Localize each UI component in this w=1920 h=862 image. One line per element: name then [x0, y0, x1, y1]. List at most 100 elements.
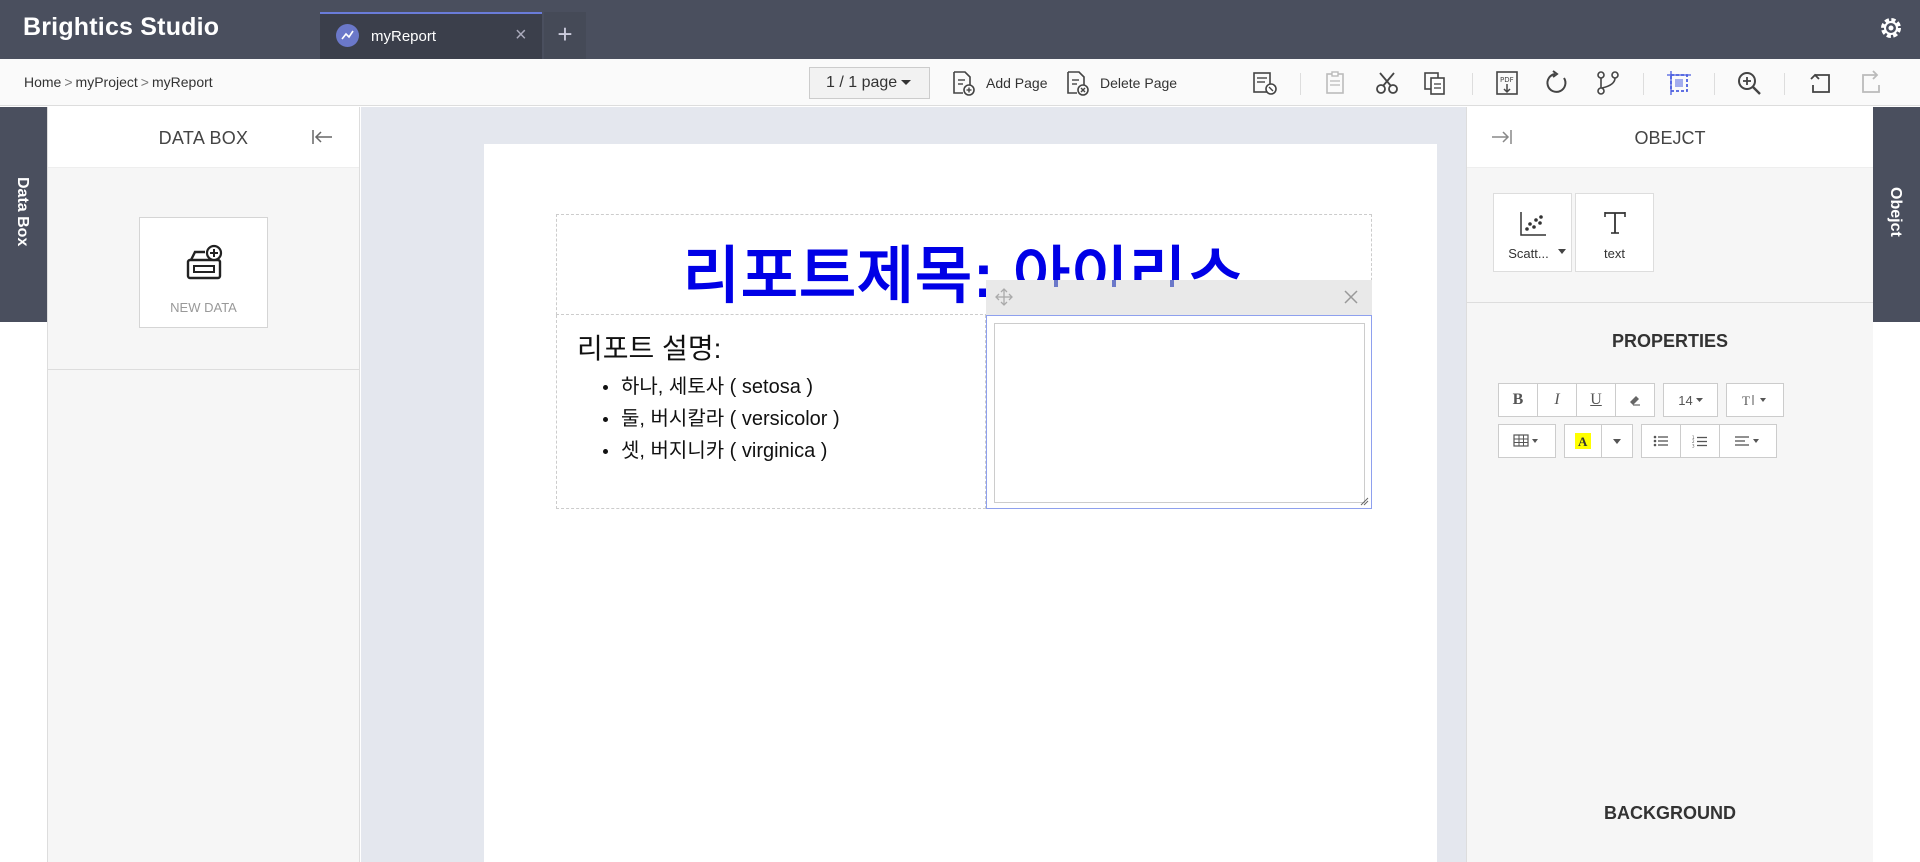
select-area-icon[interactable] — [1665, 69, 1693, 97]
app-title: Brightics Studio — [23, 13, 220, 41]
breadcrumb-project[interactable]: myProject — [76, 74, 138, 90]
new-data-button[interactable]: NEW DATA — [139, 217, 268, 328]
panel-divider — [48, 369, 359, 370]
paste-icon[interactable] — [1322, 69, 1350, 97]
chevron-right-icon: > — [140, 74, 149, 90]
gear-icon[interactable] — [1877, 14, 1905, 42]
top-bar: Brightics Studio myReport × + — [0, 0, 1920, 59]
export-pdf-icon[interactable]: PDF — [1493, 69, 1521, 97]
undo-icon[interactable] — [1807, 69, 1835, 97]
object-scatter[interactable]: Scatt... — [1493, 193, 1572, 272]
highlight-color-dropdown[interactable] — [1601, 424, 1633, 458]
close-icon[interactable] — [1343, 289, 1359, 305]
caret-down-icon — [1695, 397, 1703, 402]
svg-text:A: A — [1578, 434, 1588, 449]
object-panel-header: OBEJCT — [1467, 107, 1873, 168]
add-page-label: Add Page — [986, 75, 1048, 91]
refresh-icon[interactable] — [1543, 69, 1571, 97]
caret-down-icon — [1613, 438, 1621, 444]
page-select-value: 1 / 1 page — [826, 74, 898, 91]
move-icon[interactable] — [995, 288, 1013, 306]
add-page-button[interactable]: Add Page — [950, 67, 1048, 99]
align-select[interactable] — [1719, 424, 1777, 458]
toolbar-divider — [1472, 73, 1473, 95]
data-box-side-tab[interactable]: Data Box — [0, 107, 47, 322]
underline-button[interactable]: U — [1576, 383, 1616, 417]
data-box-header: DATA BOX — [48, 107, 359, 168]
scatter-chart-icon — [1520, 212, 1546, 236]
line-chart-icon — [336, 24, 359, 47]
tab-myreport[interactable]: myReport × — [320, 12, 542, 59]
object-text[interactable]: text — [1575, 193, 1654, 272]
chevron-right-icon: > — [64, 74, 73, 90]
font-size-select[interactable]: 14 — [1663, 383, 1718, 417]
toolbar: Home > myProject > myReport 1 / 1 page Add P… — [0, 59, 1920, 106]
caret-down-icon — [901, 80, 912, 86]
text-highlight-icon: A — [1575, 433, 1591, 449]
svg-text:3: 3 — [1692, 443, 1695, 448]
page-select[interactable]: 1 / 1 page — [809, 67, 930, 99]
redo-icon[interactable] — [1857, 69, 1885, 97]
data-box-panel: DATA BOX NEW DATA — [47, 107, 360, 862]
new-data-label: NEW DATA — [170, 300, 237, 315]
add-database-icon — [186, 244, 223, 280]
align-left-icon — [1735, 436, 1759, 446]
list-item: 하나, 세토사 ( setosa ) — [597, 371, 840, 403]
resize-tick — [1112, 280, 1116, 287]
line-height-select[interactable]: T — [1726, 383, 1784, 417]
table-select[interactable] — [1498, 424, 1556, 458]
list-item: 셋, 버지니카 ( virginica ) — [597, 435, 840, 467]
selected-object-handle-bar[interactable] — [986, 280, 1372, 315]
eraser-button[interactable] — [1615, 383, 1655, 417]
line-height-icon: T — [1742, 393, 1766, 407]
close-icon[interactable]: × — [515, 24, 527, 46]
bullet-list-button[interactable] — [1641, 424, 1681, 458]
description-list: 하나, 세토사 ( setosa ) 둘, 버시칼라 ( versicolor … — [597, 371, 840, 467]
bullet-list-icon — [1653, 435, 1668, 447]
selected-object-frame[interactable] — [986, 315, 1372, 509]
toolbar-divider — [1714, 73, 1715, 95]
eraser-icon — [1630, 396, 1640, 406]
list-item: 둘, 버시칼라 ( versicolor ) — [597, 403, 840, 435]
collapse-left-icon[interactable] — [311, 127, 333, 147]
numbered-list-icon: 123 — [1692, 435, 1707, 448]
delete-page-button[interactable]: Delete Page — [1064, 67, 1177, 99]
empty-text-area[interactable] — [994, 323, 1365, 503]
toolbar-divider — [1300, 73, 1301, 95]
numbered-list-button[interactable]: 123 — [1680, 424, 1720, 458]
description-heading: 리포트 설명: — [577, 333, 722, 364]
resize-tick — [1170, 280, 1174, 287]
breadcrumb-home[interactable]: Home — [24, 74, 61, 90]
object-side-tab[interactable]: Obejct — [1873, 107, 1920, 322]
object-text-label: text — [1604, 246, 1625, 261]
highlight-color-button[interactable]: A — [1564, 424, 1602, 458]
panel-divider — [1467, 302, 1873, 303]
description-text-box[interactable]: 리포트 설명: 하나, 세토사 ( setosa ) 둘, 버시칼라 ( ver… — [556, 315, 986, 509]
resize-tick — [1054, 280, 1058, 287]
object-panel: OBEJCT Scatt... text PROPERTIES B I U 14… — [1466, 107, 1873, 862]
zoom-in-icon[interactable] — [1735, 69, 1763, 97]
breadcrumb: Home > myProject > myReport — [24, 74, 213, 90]
toolbar-divider — [1784, 73, 1785, 95]
add-tab-button[interactable]: + — [544, 12, 586, 59]
tab-label: myReport — [371, 28, 437, 45]
branch-icon[interactable] — [1594, 69, 1622, 97]
italic-button[interactable]: I — [1537, 383, 1577, 417]
report-page[interactable]: 리포트제목: 아이리스 리포트 설명: 하나, 세토사 ( setosa ) 둘… — [484, 144, 1437, 862]
breadcrumb-report[interactable]: myReport — [152, 74, 213, 90]
add-page-icon — [953, 71, 975, 96]
caret-down-icon[interactable] — [1558, 249, 1566, 255]
cut-icon[interactable] — [1373, 69, 1401, 97]
report-canvas: 리포트제목: 아이리스 리포트 설명: 하나, 세토사 ( setosa ) 둘… — [361, 107, 1466, 862]
toolbar-divider — [1643, 73, 1644, 95]
background-title: BACKGROUND — [1604, 803, 1736, 823]
report-properties-icon[interactable] — [1251, 69, 1279, 97]
delete-page-label: Delete Page — [1100, 75, 1178, 91]
bold-button[interactable]: B — [1498, 383, 1538, 417]
resize-handle-icon[interactable] — [1359, 496, 1369, 506]
data-box-side-tab-label: Data Box — [14, 177, 31, 247]
text-icon — [1604, 212, 1626, 234]
properties-title: PROPERTIES — [1611, 331, 1729, 351]
copy-icon[interactable] — [1421, 69, 1449, 97]
delete-page-icon — [1067, 71, 1089, 96]
